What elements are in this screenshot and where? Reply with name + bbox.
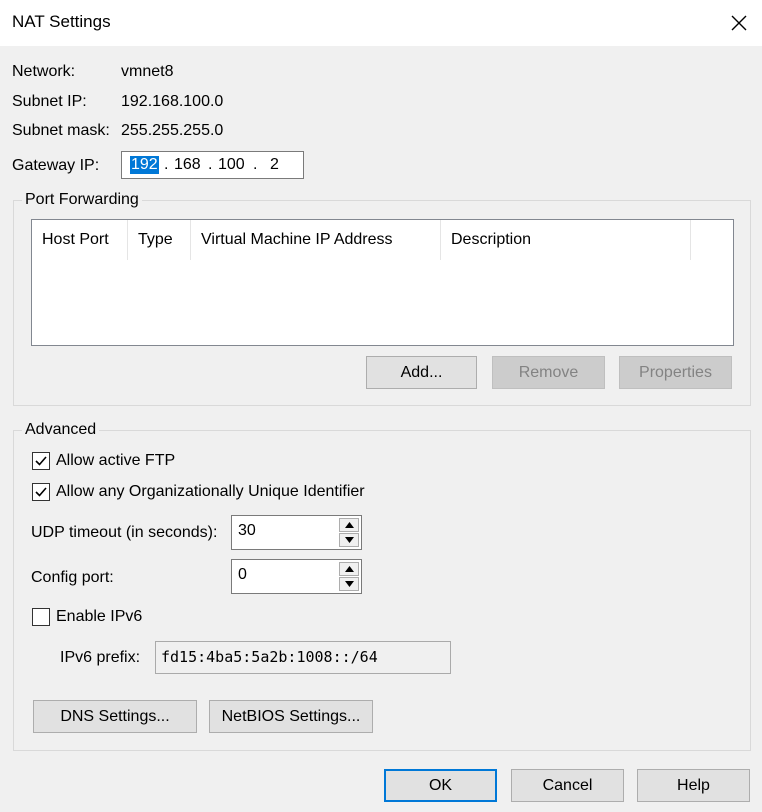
- subnet-ip-value: 192.168.100.0: [121, 93, 224, 110]
- gateway-octet-2[interactable]: 168: [174, 156, 201, 174]
- udp-timeout-up-button[interactable]: [339, 518, 359, 532]
- udp-timeout-spin: [339, 518, 359, 547]
- udp-timeout-stepper[interactable]: 30: [231, 515, 362, 550]
- config-port-label: Config port:: [31, 569, 114, 586]
- checkmark-icon: [35, 456, 47, 466]
- network-label: Network:: [12, 63, 76, 80]
- allow-oui-label[interactable]: Allow any Organizationally Unique Identi…: [56, 483, 365, 501]
- column-header-host-port[interactable]: Host Port: [32, 220, 128, 260]
- title-bar: NAT Settings: [0, 0, 762, 46]
- column-header-description[interactable]: Description: [441, 220, 691, 260]
- gateway-octet-3[interactable]: 100: [218, 156, 245, 174]
- gateway-octet-4[interactable]: 2: [270, 156, 279, 174]
- gateway-dot-3: .: [253, 156, 258, 173]
- triangle-down-icon: [344, 537, 354, 543]
- column-header-type[interactable]: Type: [128, 220, 191, 260]
- udp-timeout-value[interactable]: 30: [238, 522, 256, 540]
- checkmark-icon: [35, 487, 47, 497]
- window-title: NAT Settings: [12, 12, 111, 31]
- column-header-vm-ip[interactable]: Virtual Machine IP Address: [191, 220, 441, 260]
- properties-button[interactable]: Properties: [619, 356, 732, 389]
- gateway-ip-input[interactable]: 192 . 168 . 100 . 2: [121, 151, 304, 179]
- enable-ipv6-checkbox[interactable]: [32, 608, 50, 626]
- subnet-mask-value: 255.255.255.0: [121, 122, 224, 139]
- gateway-dot-2: .: [208, 156, 213, 173]
- add-button[interactable]: Add...: [366, 356, 477, 389]
- cancel-button[interactable]: Cancel: [511, 769, 624, 802]
- remove-button[interactable]: Remove: [492, 356, 605, 389]
- config-port-up-button[interactable]: [339, 562, 359, 576]
- ipv6-prefix-input[interactable]: fd15:4ba5:5a2b:1008::/64: [155, 641, 451, 674]
- nat-settings-dialog: NAT Settings Network: vmnet8 Subnet IP: …: [0, 0, 762, 812]
- ipv6-prefix-label: IPv6 prefix:: [60, 649, 141, 666]
- port-forwarding-list[interactable]: Host Port Type Virtual Machine IP Addres…: [31, 219, 734, 346]
- close-icon: [731, 15, 747, 31]
- config-port-down-button[interactable]: [339, 577, 359, 591]
- config-port-stepper[interactable]: 0: [231, 559, 362, 594]
- ok-button[interactable]: OK: [384, 769, 497, 802]
- config-port-value[interactable]: 0: [238, 566, 247, 584]
- port-forwarding-title: Port Forwarding: [22, 191, 142, 209]
- subnet-ip-label: Subnet IP:: [12, 93, 87, 110]
- allow-active-ftp-label[interactable]: Allow active FTP: [56, 452, 175, 470]
- dns-settings-button[interactable]: DNS Settings...: [33, 700, 197, 733]
- gateway-dot-1: .: [164, 156, 169, 173]
- gateway-octet-1[interactable]: 192: [130, 156, 159, 174]
- subnet-mask-label: Subnet mask:: [12, 122, 110, 139]
- network-value: vmnet8: [121, 63, 174, 80]
- triangle-up-icon: [344, 566, 354, 572]
- allow-active-ftp-checkbox[interactable]: [32, 452, 50, 470]
- triangle-down-icon: [344, 581, 354, 587]
- enable-ipv6-label[interactable]: Enable IPv6: [56, 608, 142, 626]
- advanced-title: Advanced: [22, 421, 100, 439]
- udp-timeout-down-button[interactable]: [339, 533, 359, 547]
- netbios-settings-button[interactable]: NetBIOS Settings...: [209, 700, 373, 733]
- config-port-spin: [339, 562, 359, 591]
- gateway-ip-label: Gateway IP:: [12, 157, 100, 174]
- udp-timeout-label: UDP timeout (in seconds):: [31, 524, 218, 541]
- triangle-up-icon: [344, 522, 354, 528]
- help-button[interactable]: Help: [637, 769, 750, 802]
- close-button[interactable]: [716, 0, 762, 46]
- allow-oui-checkbox[interactable]: [32, 483, 50, 501]
